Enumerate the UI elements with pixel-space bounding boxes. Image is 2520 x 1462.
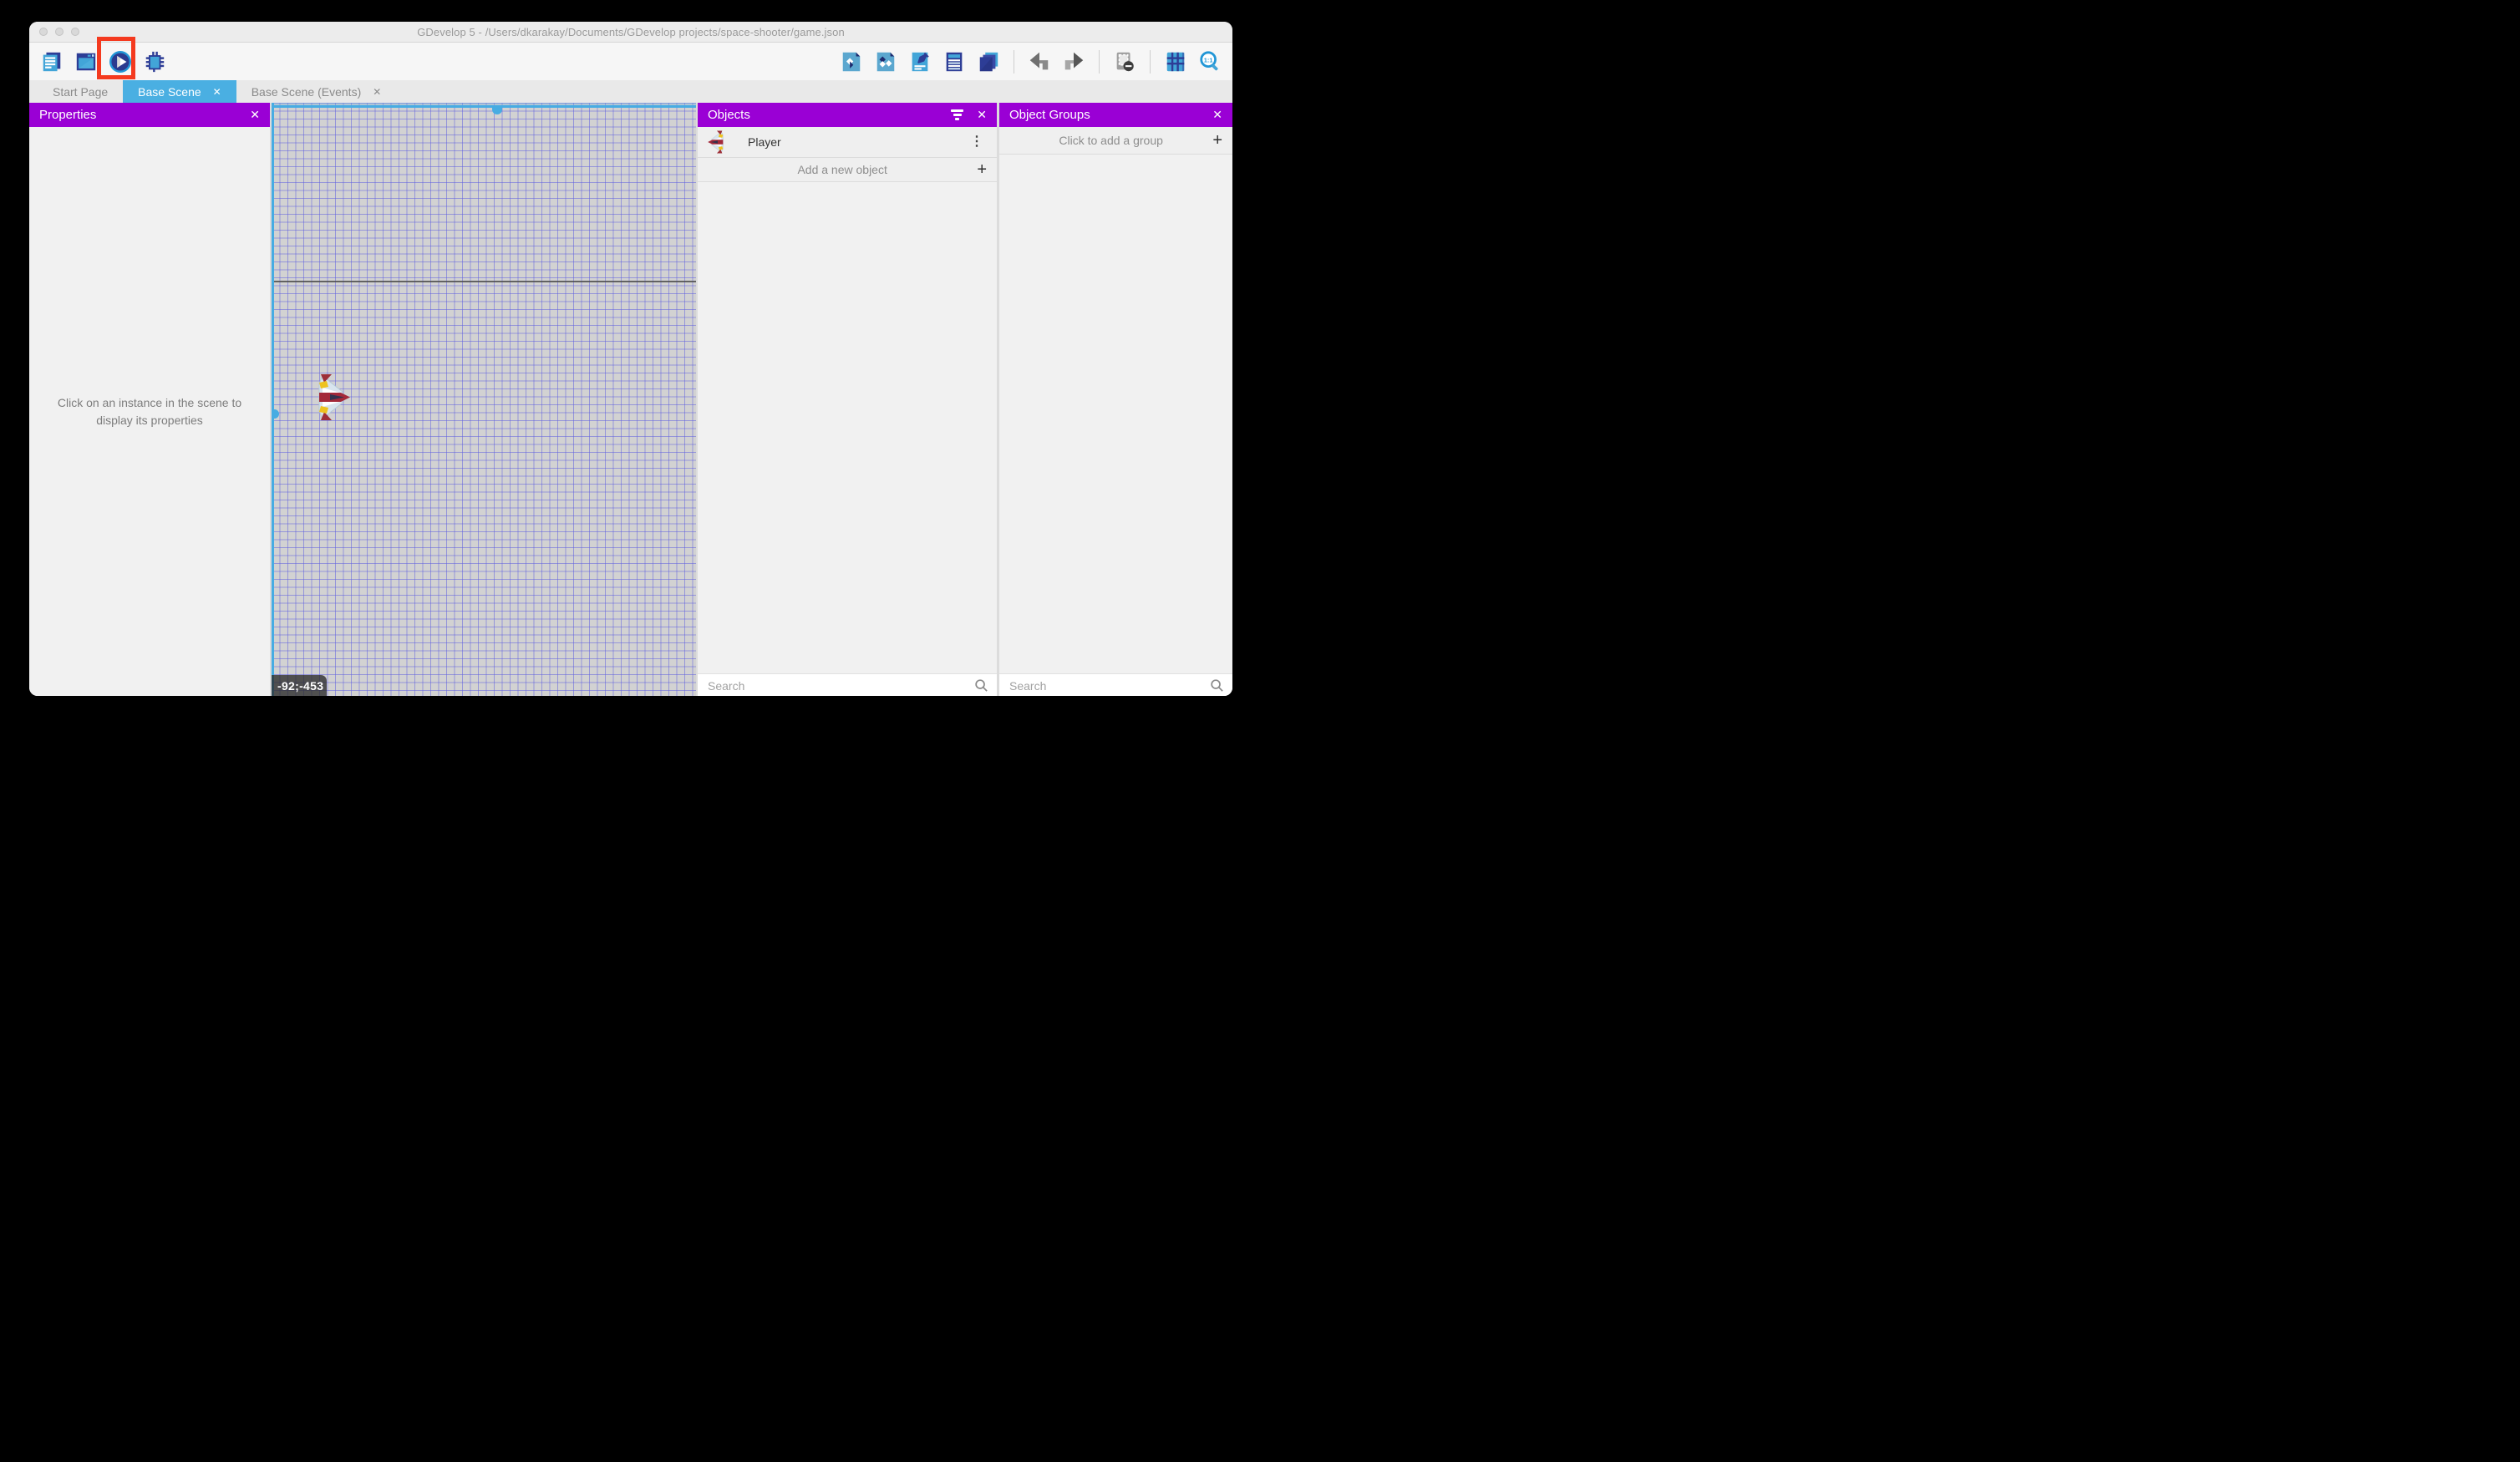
gdevelop-window: GDevelop 5 - /Users/dkarakay/Documents/G…: [29, 22, 1232, 696]
objects-panel-empty-space: [698, 182, 997, 673]
tab-base-scene-events[interactable]: Base Scene (Events) ✕: [236, 80, 397, 103]
scene-canvas[interactable]: -92;-453: [272, 103, 696, 696]
main-toolbar: 1:1: [29, 43, 1232, 80]
redo-icon[interactable]: [1061, 49, 1086, 74]
add-group-label: Click to add a group: [1009, 134, 1212, 147]
zoom-ratio-label: 1:1: [1204, 56, 1213, 63]
undo-icon[interactable]: [1027, 49, 1052, 74]
horizontal-scrollbar[interactable]: [272, 105, 696, 108]
close-panel-icon[interactable]: ✕: [1212, 108, 1222, 122]
layers-icon[interactable]: [976, 49, 1001, 74]
cursor-coordinates-badge: -92;-453: [272, 675, 327, 696]
tab-label: Base Scene: [138, 85, 201, 99]
maximize-window-icon[interactable]: [71, 28, 79, 36]
start-page-icon[interactable]: [74, 49, 99, 74]
panel-title: Objects: [708, 108, 750, 122]
play-preview-icon[interactable]: [108, 49, 133, 74]
project-manager-icon[interactable]: [39, 49, 64, 74]
add-object-label: Add a new object: [708, 163, 977, 176]
close-window-icon[interactable]: [39, 28, 48, 36]
toggle-grid-icon[interactable]: [1163, 49, 1188, 74]
object-name: Player: [748, 135, 965, 149]
plus-icon[interactable]: +: [977, 161, 987, 178]
object-groups-search-input[interactable]: [1008, 678, 1210, 693]
search-icon[interactable]: [974, 678, 988, 693]
toolbar-separator: [1150, 50, 1151, 74]
tab-start-page[interactable]: Start Page: [38, 80, 123, 103]
edit-scene-properties-icon[interactable]: [907, 49, 932, 74]
main-area: Properties ✕ Click on an instance in the…: [29, 103, 1232, 696]
toggle-mask-icon[interactable]: [1112, 49, 1137, 74]
editor-tab-bar: Start Page Base Scene ✕ Base Scene (Even…: [29, 80, 1232, 103]
object-groups-empty-space: [999, 155, 1232, 673]
properties-hint: Click on an instance in the scene to dis…: [29, 127, 270, 696]
object-groups-panel-header: Object Groups ✕: [999, 103, 1232, 127]
toolbar-left-group: [39, 49, 167, 74]
object-groups-panel: Object Groups ✕ Click to add a group +: [999, 103, 1232, 696]
objects-search-input[interactable]: [706, 678, 974, 693]
close-tab-icon[interactable]: ✕: [213, 86, 221, 98]
vertical-scroll-thumb[interactable]: [272, 409, 279, 419]
vertical-scrollbar[interactable]: [272, 103, 274, 696]
object-row-player[interactable]: Player ⋮: [698, 127, 997, 158]
player-instance[interactable]: [318, 372, 352, 423]
scene-axis-line: [272, 281, 696, 282]
objects-panel-header: Objects ✕: [698, 103, 997, 127]
object-groups-search-row: [999, 673, 1232, 696]
tab-label: Base Scene (Events): [251, 85, 362, 99]
instances-list-icon[interactable]: [942, 49, 967, 74]
filter-icon[interactable]: [951, 109, 963, 120]
object-groups-icon[interactable]: [873, 49, 898, 74]
plus-icon[interactable]: +: [1212, 132, 1222, 149]
objects-panel: Objects ✕ Player ⋮ Add a new object +: [698, 103, 997, 696]
zoom-1-1-icon[interactable]: 1:1: [1197, 49, 1222, 74]
tab-label: Start Page: [53, 85, 108, 99]
horizontal-scroll-thumb[interactable]: [492, 105, 502, 114]
player-sprite-thumbnail: [706, 129, 724, 155]
add-group-row[interactable]: Click to add a group +: [999, 127, 1232, 155]
toolbar-right-group: 1:1: [839, 49, 1222, 74]
close-panel-icon[interactable]: ✕: [977, 108, 987, 122]
close-tab-icon[interactable]: ✕: [373, 86, 381, 98]
properties-panel-header: Properties ✕: [29, 103, 270, 127]
panel-title: Properties: [39, 108, 96, 122]
objects-search-row: [698, 673, 997, 696]
add-object-icon[interactable]: [839, 49, 864, 74]
close-panel-icon[interactable]: ✕: [250, 108, 260, 122]
add-object-row[interactable]: Add a new object +: [698, 158, 997, 182]
traffic-lights: [39, 28, 79, 36]
minimize-window-icon[interactable]: [55, 28, 64, 36]
properties-panel: Properties ✕ Click on an instance in the…: [29, 103, 270, 696]
toolbar-separator: [1099, 50, 1100, 74]
title-bar: GDevelop 5 - /Users/dkarakay/Documents/G…: [29, 22, 1232, 43]
window-title: GDevelop 5 - /Users/dkarakay/Documents/G…: [417, 26, 845, 38]
debug-icon[interactable]: [142, 49, 167, 74]
search-icon[interactable]: [1210, 678, 1224, 693]
panel-title: Object Groups: [1009, 108, 1090, 122]
tab-base-scene[interactable]: Base Scene ✕: [123, 80, 236, 103]
object-menu-icon[interactable]: ⋮: [965, 135, 988, 149]
